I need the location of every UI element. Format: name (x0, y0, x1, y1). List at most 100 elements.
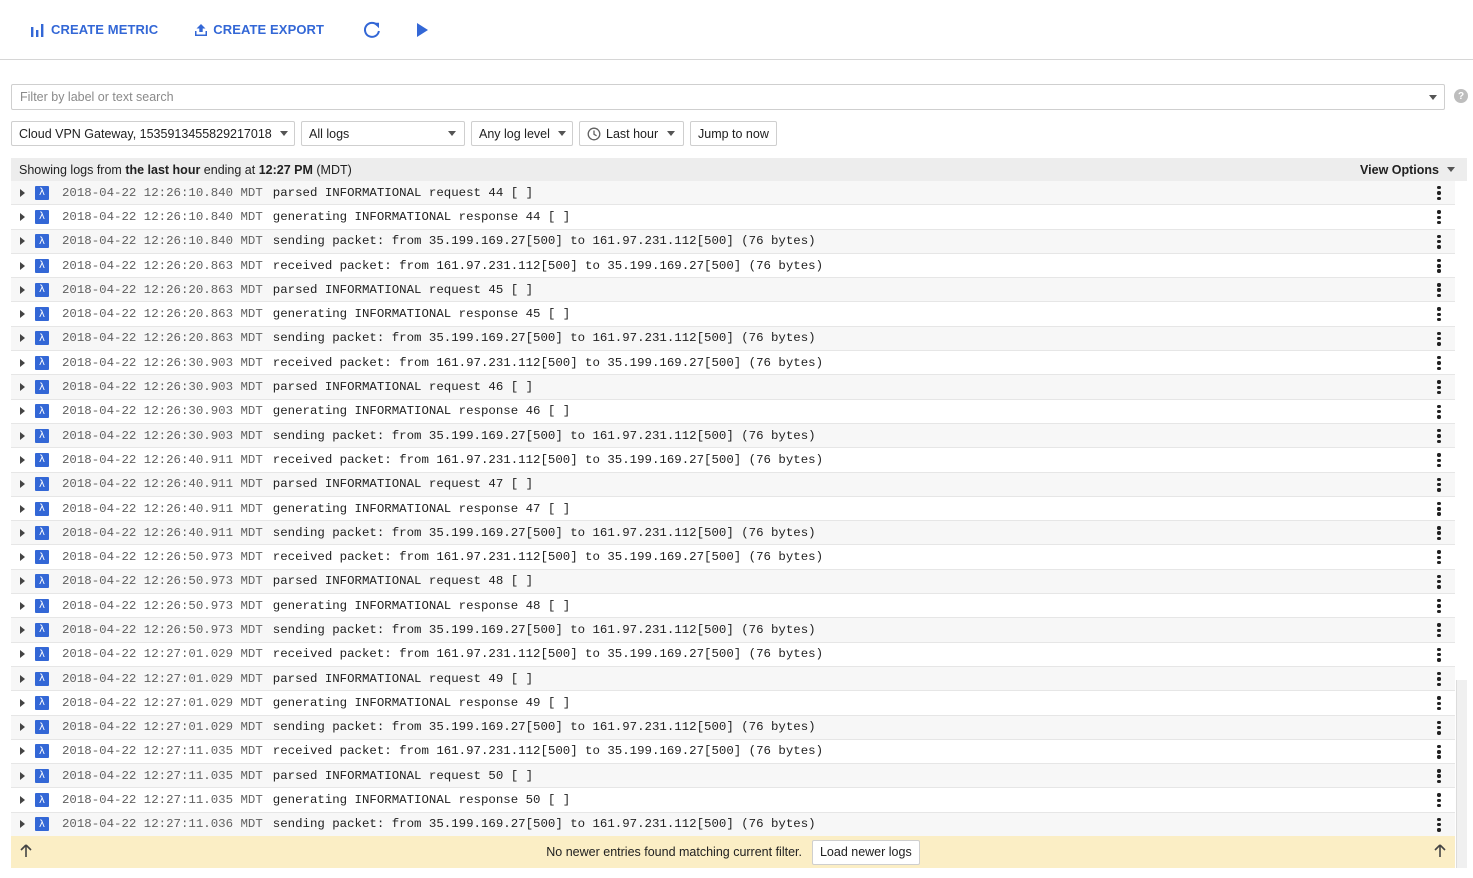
load-newer-logs-button[interactable]: Load newer logs (811, 839, 920, 865)
expand-arrow-icon[interactable] (20, 674, 25, 683)
refresh-button[interactable] (360, 18, 384, 42)
expand-arrow-icon[interactable] (20, 310, 25, 319)
log-entry-row[interactable]: λ 2018-04-22 12:26:50.973 MDT received pac… (11, 545, 1455, 570)
log-entry-row[interactable]: λ 2018-04-22 12:26:10.840 MDT sending pack… (11, 229, 1455, 254)
more-vert-icon[interactable] (1435, 234, 1443, 250)
more-vert-icon[interactable] (1435, 501, 1443, 517)
more-vert-icon[interactable] (1435, 185, 1443, 201)
expand-arrow-icon[interactable] (20, 237, 25, 246)
scrollbar-thumb[interactable] (1456, 680, 1467, 868)
log-entry-row[interactable]: λ 2018-04-22 12:26:30.903 MDT received pac… (11, 351, 1455, 376)
log-entry-row[interactable]: λ 2018-04-22 12:26:30.903 MDT parsed INFOR… (11, 375, 1455, 400)
more-vert-icon[interactable] (1435, 282, 1443, 298)
log-entry-row[interactable]: λ 2018-04-22 12:26:50.973 MDT parsed INFOR… (11, 569, 1455, 595)
log-entry-row[interactable]: λ 2018-04-22 12:26:50.973 MDT generating I… (11, 594, 1455, 619)
log-entry-row[interactable]: λ 2018-04-22 12:26:40.911 MDT received pac… (11, 448, 1455, 473)
expand-arrow-icon[interactable] (20, 698, 25, 707)
expand-arrow-icon[interactable] (20, 820, 25, 829)
log-entry-row[interactable]: λ 2018-04-22 12:26:10.840 MDT generating I… (11, 205, 1455, 230)
more-vert-icon[interactable] (1435, 622, 1443, 638)
log-entry-row[interactable]: λ 2018-04-22 12:26:30.903 MDT sending pack… (11, 423, 1455, 449)
log-entry-row[interactable]: λ 2018-04-22 12:26:20.863 MDT parsed INFOR… (11, 278, 1455, 303)
more-vert-icon[interactable] (1435, 598, 1443, 614)
log-timestamp: 2018-04-22 12:26:50.973 MDT (62, 574, 263, 589)
more-vert-icon[interactable] (1435, 452, 1443, 468)
more-vert-icon[interactable] (1435, 428, 1443, 444)
expand-arrow-icon[interactable] (20, 261, 25, 270)
more-vert-icon[interactable] (1435, 355, 1443, 371)
expand-arrow-icon[interactable] (20, 553, 25, 562)
log-entry-row[interactable]: λ 2018-04-22 12:27:11.035 MDT parsed INFOR… (11, 764, 1455, 789)
expand-arrow-icon[interactable] (20, 771, 25, 780)
expand-arrow-icon[interactable] (20, 334, 25, 343)
jump-to-now-button[interactable]: Jump to now (690, 121, 777, 146)
view-options-button[interactable]: View Options (1360, 158, 1455, 181)
expand-arrow-icon[interactable] (20, 480, 25, 489)
expand-arrow-icon[interactable] (20, 504, 25, 513)
expand-arrow-icon[interactable] (20, 285, 25, 294)
expand-arrow-icon[interactable] (20, 577, 25, 586)
time-range-selector[interactable]: Last hour (579, 121, 684, 146)
arrow-up-icon[interactable] (19, 843, 33, 859)
more-vert-icon[interactable] (1435, 574, 1443, 590)
expand-arrow-icon[interactable] (20, 431, 25, 440)
filter-input[interactable] (20, 90, 1422, 104)
log-entry-row[interactable]: λ 2018-04-22 12:26:30.903 MDT generating I… (11, 400, 1455, 424)
more-vert-icon[interactable] (1435, 768, 1443, 784)
more-vert-icon[interactable] (1435, 792, 1443, 808)
more-vert-icon[interactable] (1435, 209, 1443, 225)
log-entry-row[interactable]: λ 2018-04-22 12:27:11.035 MDT received pac… (11, 740, 1455, 765)
log-level-selector[interactable]: Any log level (471, 121, 573, 146)
expand-arrow-icon[interactable] (20, 212, 25, 221)
more-vert-icon[interactable] (1435, 671, 1443, 687)
log-entry-row[interactable]: λ 2018-04-22 12:26:50.973 MDT sending pack… (11, 618, 1455, 643)
log-entry-row[interactable]: λ 2018-04-22 12:26:10.840 MDT parsed INFOR… (11, 181, 1455, 206)
more-vert-icon[interactable] (1435, 525, 1443, 541)
expand-arrow-icon[interactable] (20, 188, 25, 197)
more-vert-icon[interactable] (1435, 258, 1443, 274)
log-entry-row[interactable]: λ 2018-04-22 12:26:20.863 MDT sending pack… (11, 326, 1455, 352)
log-entry-row[interactable]: λ 2018-04-22 12:27:11.035 MDT generating I… (11, 788, 1455, 813)
more-vert-icon[interactable] (1435, 331, 1443, 347)
more-vert-icon[interactable] (1435, 647, 1443, 663)
log-entry-row[interactable]: λ 2018-04-22 12:27:01.029 MDT generating I… (11, 691, 1455, 716)
log-entry-row[interactable]: λ 2018-04-22 12:26:40.911 MDT generating I… (11, 497, 1455, 522)
log-entry-row[interactable]: λ 2018-04-22 12:26:40.911 MDT parsed INFOR… (11, 472, 1455, 497)
log-entry-row[interactable]: λ 2018-04-22 12:27:11.036 MDT sending pack… (11, 812, 1455, 838)
expand-arrow-icon[interactable] (20, 383, 25, 392)
log-entry-row[interactable]: λ 2018-04-22 12:27:01.029 MDT parsed INFOR… (11, 666, 1455, 692)
create-export-button[interactable]: CREATE EXPORT (194, 16, 324, 44)
newer-logs-bar: No newer entries found matching current … (11, 836, 1455, 868)
expand-arrow-icon[interactable] (20, 625, 25, 634)
more-vert-icon[interactable] (1435, 379, 1443, 395)
log-entry-row[interactable]: λ 2018-04-22 12:26:20.863 MDT generating I… (11, 302, 1455, 327)
log-entry-row[interactable]: λ 2018-04-22 12:27:01.029 MDT sending pack… (11, 715, 1455, 740)
stream-logs-button[interactable] (410, 18, 434, 42)
expand-arrow-icon[interactable] (20, 455, 25, 464)
arrow-up-icon[interactable] (1433, 843, 1447, 859)
expand-arrow-icon[interactable] (20, 747, 25, 756)
logs-selector[interactable]: All logs (301, 121, 465, 146)
help-icon[interactable]: ? (1454, 89, 1468, 103)
expand-arrow-icon[interactable] (20, 528, 25, 537)
more-vert-icon[interactable] (1435, 306, 1443, 322)
log-entry-row[interactable]: λ 2018-04-22 12:27:01.029 MDT received pac… (11, 643, 1455, 667)
more-vert-icon[interactable] (1435, 720, 1443, 736)
filter-dropdown-button[interactable] (1422, 85, 1444, 109)
expand-arrow-icon[interactable] (20, 407, 25, 416)
more-vert-icon[interactable] (1435, 477, 1443, 493)
expand-arrow-icon[interactable] (20, 601, 25, 610)
more-vert-icon[interactable] (1435, 549, 1443, 565)
more-vert-icon[interactable] (1435, 744, 1443, 760)
more-vert-icon[interactable] (1435, 817, 1443, 833)
create-metric-button[interactable]: CREATE METRIC (30, 16, 158, 44)
more-vert-icon[interactable] (1435, 404, 1443, 420)
more-vert-icon[interactable] (1435, 695, 1443, 711)
expand-arrow-icon[interactable] (20, 796, 25, 805)
expand-arrow-icon[interactable] (20, 358, 25, 367)
log-entry-row[interactable]: λ 2018-04-22 12:26:40.911 MDT sending pack… (11, 521, 1455, 546)
expand-arrow-icon[interactable] (20, 723, 25, 732)
log-entry-row[interactable]: λ 2018-04-22 12:26:20.863 MDT received pac… (11, 254, 1455, 279)
expand-arrow-icon[interactable] (20, 650, 25, 659)
resource-selector[interactable]: Cloud VPN Gateway, 1535913455829217018 (11, 121, 295, 146)
